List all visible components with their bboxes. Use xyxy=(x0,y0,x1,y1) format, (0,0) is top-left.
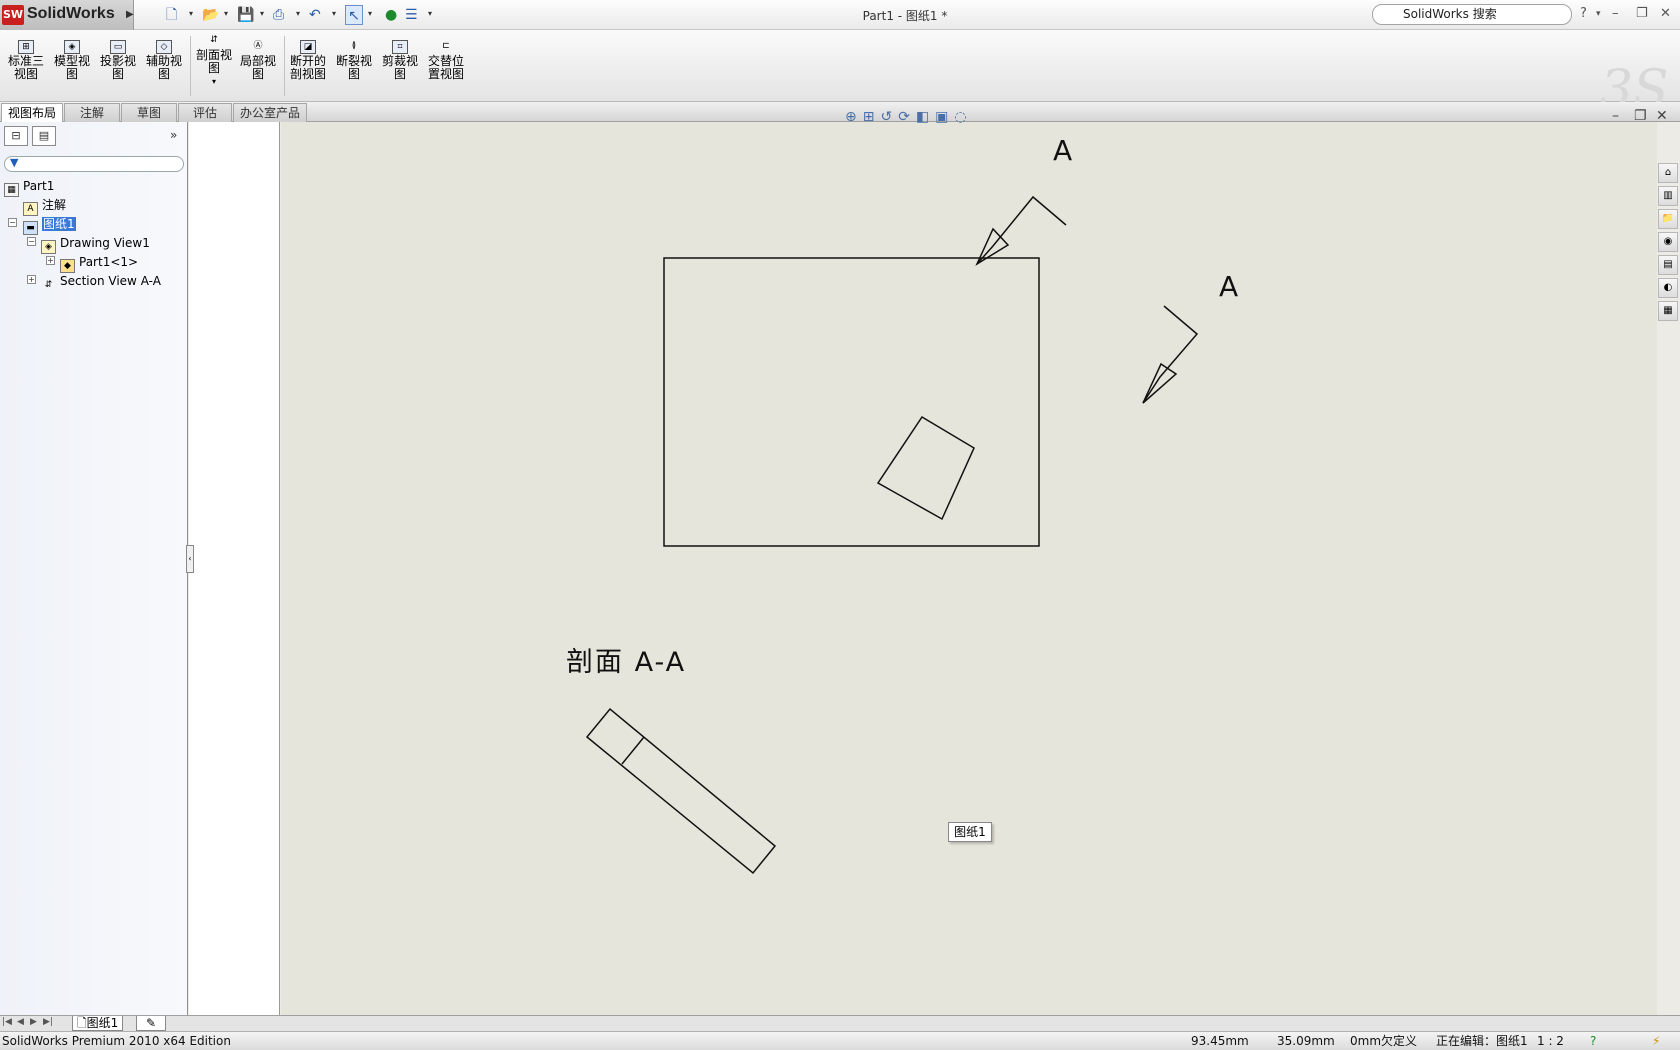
section-label-top: A xyxy=(1053,134,1073,167)
last-sheet-icon[interactable]: ▶| xyxy=(43,1017,53,1027)
status-bar: SolidWorks Premium 2010 x64 Edition 93.4… xyxy=(0,1031,1680,1050)
status-scale[interactable]: 1 : 2 xyxy=(1537,1032,1564,1050)
section-label-right: A xyxy=(1219,270,1239,303)
previous-sheet-icon[interactable]: ◀ xyxy=(17,1017,24,1027)
section-view-edge xyxy=(621,736,645,765)
status-edition: SolidWorks Premium 2010 x64 Edition xyxy=(2,1034,231,1048)
status-editing: 正在编辑：图纸1 xyxy=(1436,1034,1528,1048)
sheet-name-tooltip: 图纸1 xyxy=(948,822,992,842)
section-line-lower[interactable] xyxy=(1142,305,1199,404)
section-view-title: 剖面 A-A xyxy=(566,647,687,678)
sheet-tab-label: 图纸1 xyxy=(86,1016,119,1030)
status-definition: 欠定义 xyxy=(1381,1034,1418,1048)
section-arrow-lower xyxy=(1142,362,1178,404)
drawing-geometry xyxy=(585,195,1199,875)
section-line-upper[interactable] xyxy=(976,195,1067,265)
sheet-tab-sheet1[interactable]: 🗋图纸1 xyxy=(72,1016,124,1031)
sheet-tab-icon: 🗋 xyxy=(77,1016,87,1030)
section-view-body[interactable] xyxy=(585,707,777,875)
next-sheet-icon[interactable]: ▶ xyxy=(30,1017,37,1027)
status-x-coordinate: 93.45mm xyxy=(1191,1034,1249,1048)
sheet-tabs-bar: |◀ ◀ ▶ ▶| 🗋图纸1 ✎ xyxy=(0,1015,1680,1031)
part-inner-square[interactable] xyxy=(876,415,975,521)
rebuild-status-icon[interactable]: ⚡ xyxy=(1652,1032,1660,1050)
first-sheet-icon[interactable]: |◀ xyxy=(2,1017,12,1027)
drawing-view1-outline[interactable] xyxy=(663,257,1040,547)
status-z-coordinate: 0mm xyxy=(1350,1034,1382,1048)
add-sheet-button[interactable]: ✎ xyxy=(136,1016,166,1031)
add-sheet-icon: ✎ xyxy=(145,1016,157,1030)
quick-tips-icon[interactable]: ? xyxy=(1590,1032,1596,1050)
status-y-coordinate: 35.09mm xyxy=(1277,1034,1335,1048)
